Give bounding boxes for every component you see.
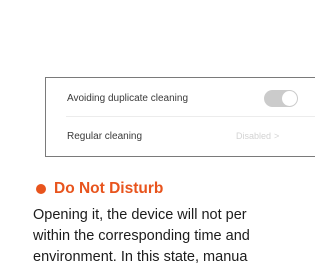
avoid-duplicate-cleaning-row[interactable]: Avoiding duplicate cleaning (46, 79, 315, 117)
regular-cleaning-value: Disabled > (236, 131, 279, 141)
toggle-knob (282, 91, 297, 106)
avoid-duplicate-cleaning-toggle[interactable] (264, 90, 298, 107)
bullet-dot-icon (36, 184, 46, 194)
avoid-duplicate-cleaning-label: Avoiding duplicate cleaning (67, 92, 189, 104)
do-not-disturb-section: Do Not Disturb Opening it, the device wi… (33, 178, 305, 268)
body-line-2: within the corresponding time and (33, 228, 250, 244)
body-line-3: environment. In this state, manua (33, 249, 248, 265)
body-line-1: Opening it, the device will not per (33, 207, 247, 223)
section-title: Do Not Disturb (54, 180, 164, 197)
chevron-right-icon: > (274, 131, 280, 141)
regular-cleaning-label: Regular cleaning (67, 130, 143, 142)
section-body: Opening it, the device will not per withi… (33, 205, 305, 268)
regular-cleaning-status: Disabled (236, 131, 272, 141)
regular-cleaning-row[interactable]: Regular cleaning Disabled > (46, 117, 315, 155)
section-heading: Do Not Disturb (33, 178, 305, 200)
settings-card: Avoiding duplicate cleaning Regular clea… (45, 77, 315, 157)
